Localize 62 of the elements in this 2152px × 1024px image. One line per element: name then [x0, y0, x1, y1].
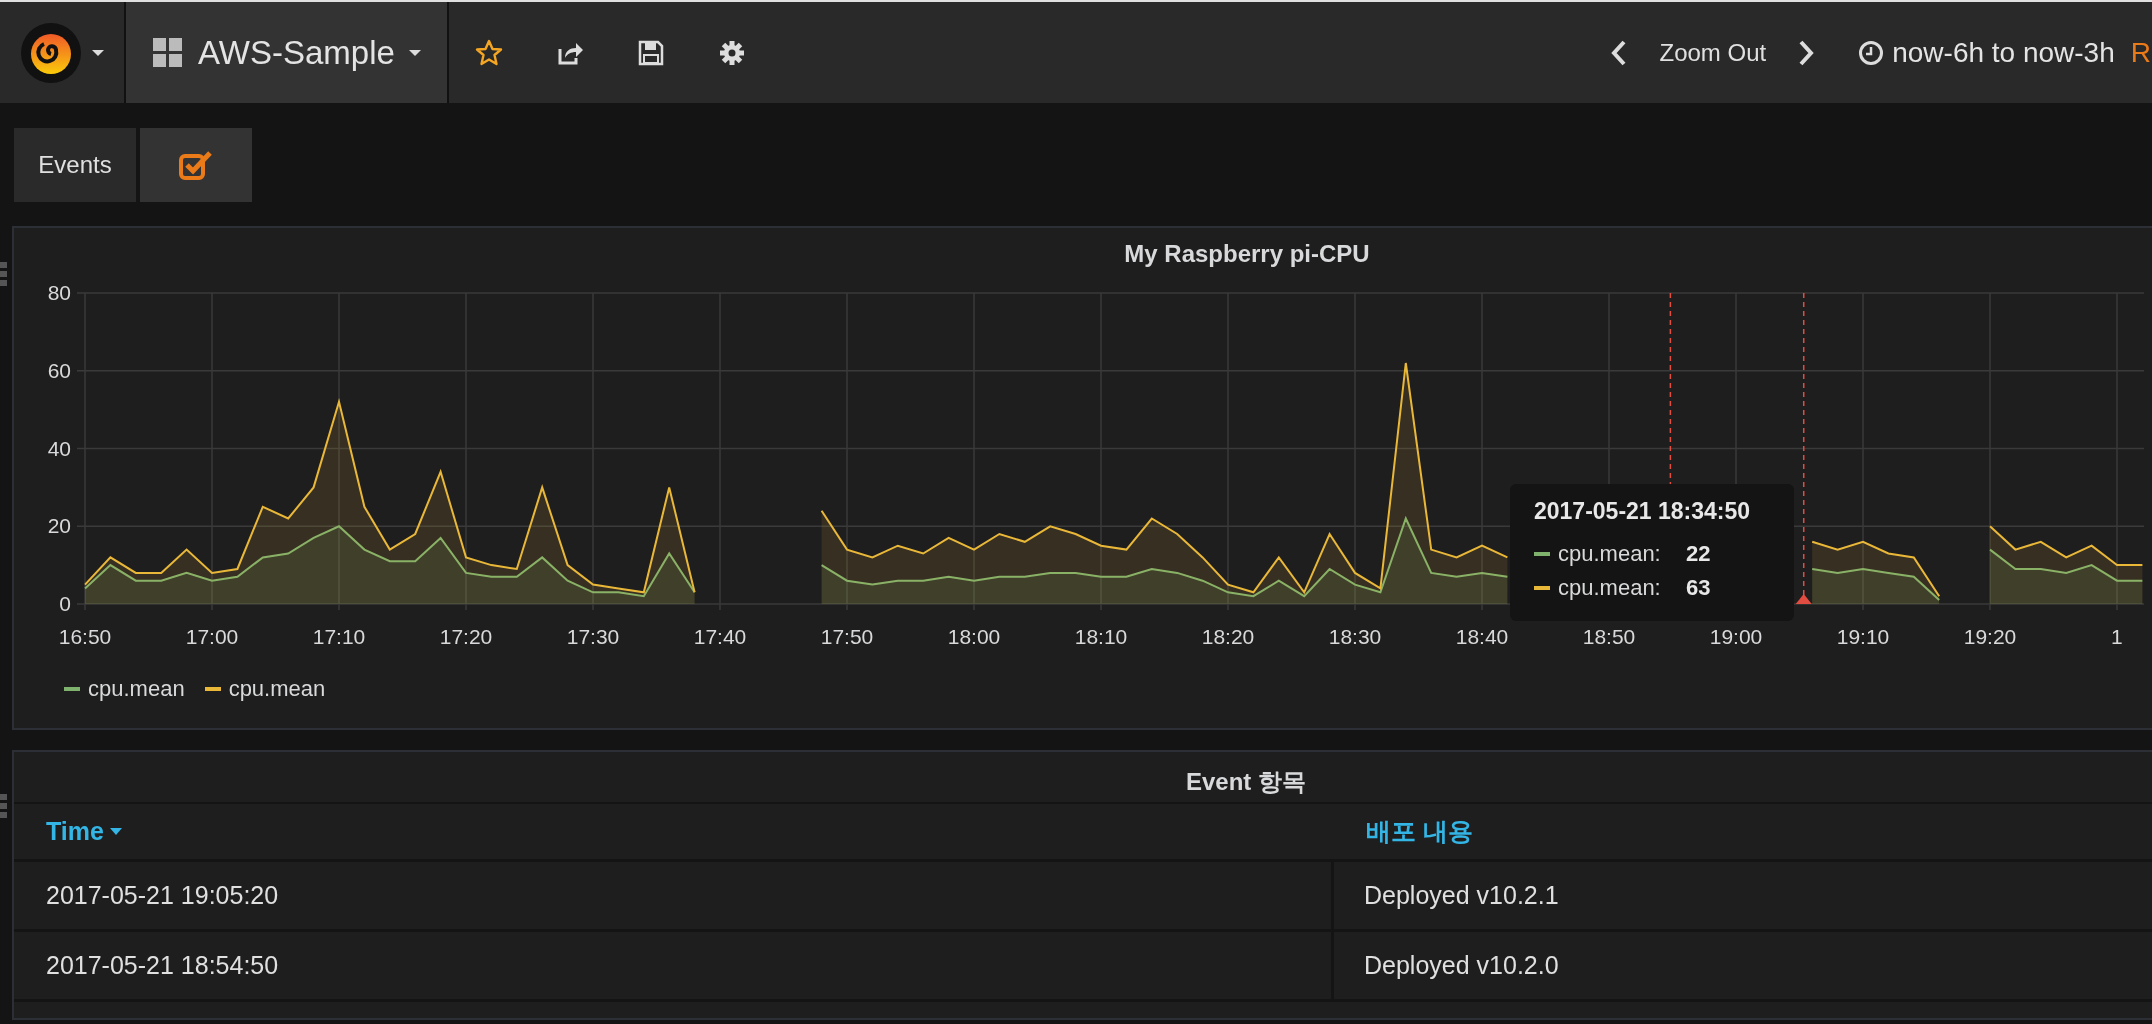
- event-marker-icon[interactable]: [1795, 594, 1812, 604]
- sort-caret-icon: [109, 828, 122, 835]
- time-range-button[interactable]: now-6h to now-3h: [1840, 36, 2115, 69]
- chevron-right-icon: [1798, 39, 1815, 66]
- clock-icon: [1858, 39, 1885, 66]
- tooltip-series-label: cpu.mean:: [1558, 575, 1662, 601]
- x-tick-label: 18:00: [947, 625, 1001, 648]
- legend-swatch: [64, 687, 80, 691]
- drag-handle-icon: [0, 260, 8, 288]
- dashboard-picker[interactable]: AWS-Sample: [126, 2, 449, 103]
- logo-icon: [20, 21, 82, 84]
- x-tick-label: 18:20: [1201, 625, 1255, 648]
- series-swatch: [1534, 586, 1550, 590]
- x-tick-label: 17:30: [566, 625, 620, 648]
- x-tick-label: 17:10: [312, 625, 366, 648]
- drag-handle-icon: [0, 792, 8, 820]
- refresh-label[interactable]: R: [2130, 36, 2152, 69]
- x-tick-label: 19:20: [1963, 625, 2017, 648]
- y-tick-label: 0: [59, 592, 71, 615]
- x-tick-label: 19:10: [1836, 625, 1890, 648]
- table-cell: 2017-05-21 18:54:50: [14, 932, 1334, 1002]
- y-tick-label: 80: [47, 284, 71, 304]
- x-tick-label: 18:40: [1455, 625, 1509, 648]
- grid-icon: [152, 36, 184, 69]
- legend-label[interactable]: cpu.mean: [228, 676, 326, 702]
- x-tick-label: 17:40: [693, 625, 747, 648]
- panel-title: Event 항목: [14, 752, 2152, 804]
- x-tick-label: 19:00: [1709, 625, 1763, 648]
- column-header[interactable]: 배포 내용: [1334, 804, 2152, 862]
- variable-label: Events: [14, 128, 136, 202]
- y-tick-label: 60: [47, 358, 71, 382]
- column-header[interactable]: Time: [14, 804, 1334, 862]
- save-icon: [636, 38, 665, 67]
- tooltip-value: 63: [1686, 575, 1711, 601]
- caret-icon: [408, 49, 421, 56]
- x-tick-label: 17:00: [185, 625, 239, 648]
- legend-label[interactable]: cpu.mean: [88, 676, 185, 702]
- table-cell: 2017-05-21 19:05:20: [14, 862, 1334, 932]
- x-tick-label: 1: [2111, 625, 2123, 648]
- x-tick-label: 17:20: [439, 625, 493, 648]
- x-tick-label: 18:50: [1582, 625, 1636, 648]
- table-cell: Deployed v10.2.0: [1334, 932, 2152, 1002]
- star-icon: [474, 38, 503, 67]
- x-tick-label: 18:10: [1074, 625, 1128, 648]
- panel-title: My Raspberry pi-CPU: [1123, 239, 1371, 268]
- y-tick-label: 20: [47, 514, 71, 538]
- tooltip-series-label: cpu.mean:: [1558, 541, 1662, 567]
- legend-swatch: [204, 687, 221, 691]
- x-tick-label: 17:50: [820, 625, 874, 648]
- y-tick-label: 40: [47, 436, 71, 460]
- tooltip-time: 2017-05-21 18:34:50: [1534, 498, 1752, 525]
- tooltip-value: 22: [1686, 541, 1711, 567]
- chevron-left-icon: [1611, 39, 1628, 66]
- variable-checkbox[interactable]: [140, 128, 252, 202]
- x-tick-label: 16:50: [58, 625, 112, 648]
- series-swatch: [1534, 552, 1550, 556]
- caret-icon: [92, 49, 104, 56]
- checked-checkbox-icon: [179, 150, 213, 180]
- table-cell: Deployed v10.2.1: [1334, 862, 2152, 932]
- zoom-out-button[interactable]: Zoom Out: [1653, 38, 1773, 67]
- settings-icon: [717, 38, 746, 67]
- x-tick-label: 18:30: [1328, 625, 1382, 648]
